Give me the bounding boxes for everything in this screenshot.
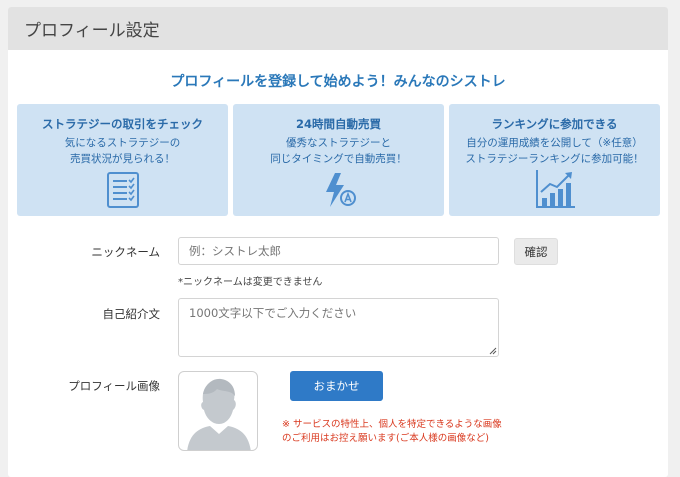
avatar-preview[interactable] xyxy=(178,371,258,451)
feature-card-auto-trading: 24時間自動売買 優秀なストラテジーと 同じタイミングで自動売買！ xyxy=(233,104,444,216)
feature-card-ranking: ランキングに参加できる 自分の運用成績を公開して（※任意） ストラテジーランキン… xyxy=(449,104,660,216)
feature-title: ストラテジーの取引をチェック xyxy=(42,117,203,131)
profile-settings-panel: プロフィール設定 プロフィールを登録して始めよう！みんなのシストレ ストラテジー… xyxy=(8,7,668,477)
intro-label: 自己紹介文 xyxy=(102,307,161,321)
page-title: プロフィール設定 xyxy=(24,21,160,41)
feature-desc-line: 自分の運用成績を公開して（※任意） xyxy=(466,137,643,149)
feature-desc-line: 売買状況が見られる！ xyxy=(70,153,175,165)
rising-chart-icon xyxy=(535,170,575,208)
feature-title: ランキングに参加できる xyxy=(491,117,618,131)
feature-description: 気になるストラテジーの 売買状況が見られる！ xyxy=(17,135,228,167)
confirm-nickname-button[interactable]: 確認 xyxy=(514,238,558,265)
profile-image-label: プロフィール画像 xyxy=(68,379,160,393)
resize-grip-icon[interactable] xyxy=(489,347,497,355)
nickname-input[interactable] xyxy=(178,237,499,265)
image-warning-line: のご利用はお控え願います(ご本人様の画像など) xyxy=(282,433,489,444)
feature-description: 優秀なストラテジーと 同じタイミングで自動売買！ xyxy=(233,135,444,167)
intro-textarea[interactable] xyxy=(178,298,499,357)
auto-select-button[interactable]: おまかせ xyxy=(290,371,383,401)
feature-desc-line: 同じタイミングで自動売買！ xyxy=(270,153,407,165)
image-warning-line: ※ サービスの特性上、個人を特定できるような画像 xyxy=(282,419,502,430)
nickname-label: ニックネーム xyxy=(91,245,160,259)
promo-headline: プロフィールを登録して始めよう！みんなのシストレ xyxy=(170,74,506,90)
feature-desc-line: 優秀なストラテジーと xyxy=(286,137,391,149)
checklist-icon xyxy=(106,172,139,208)
nickname-note: *ニックネームは変更できません xyxy=(178,277,323,288)
panel-header: プロフィール設定 xyxy=(8,7,668,50)
feature-card-check-trades: ストラテジーの取引をチェック 気になるストラテジーの 売買状況が見られる！ xyxy=(17,104,228,216)
lightning-auto-icon xyxy=(325,173,356,207)
feature-desc-line: ストラテジーランキングに参加可能！ xyxy=(465,153,644,165)
feature-title: 24時間自動売買 xyxy=(295,117,381,131)
feature-description: 自分の運用成績を公開して（※任意） ストラテジーランキングに参加可能！ xyxy=(449,135,660,167)
feature-desc-line: 気になるストラテジーの xyxy=(64,137,181,149)
avatar-placeholder-icon xyxy=(187,378,251,450)
